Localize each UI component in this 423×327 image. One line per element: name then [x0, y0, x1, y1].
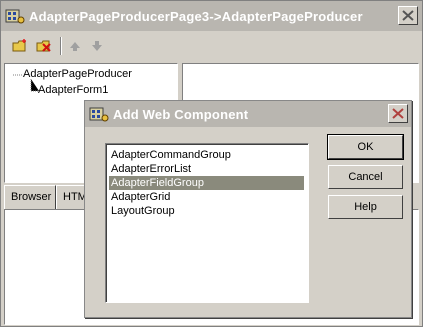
- move-up-button[interactable]: [65, 37, 85, 55]
- component-listbox[interactable]: AdapterCommandGroup AdapterErrorList Ada…: [105, 143, 309, 303]
- main-close-button[interactable]: [398, 6, 418, 25]
- dialog-close-button[interactable]: [388, 104, 408, 123]
- tree-item-adapter-form[interactable]: AdapterForm1: [38, 84, 108, 96]
- move-down-button[interactable]: [87, 37, 107, 55]
- delete-item-button[interactable]: [34, 37, 54, 55]
- new-item-button[interactable]: [10, 37, 30, 55]
- main-toolbar: [1, 32, 422, 60]
- toolbar-separator: [60, 37, 62, 55]
- ok-button[interactable]: OK: [327, 134, 404, 160]
- app-icon: [5, 9, 25, 24]
- tree-item-adapter-page-producer[interactable]: AdapterPageProducer: [23, 68, 132, 80]
- close-icon: [402, 10, 414, 21]
- dialog-titlebar[interactable]: Add Web Component: [85, 101, 411, 127]
- dialog-title: Add Web Component: [113, 106, 249, 122]
- arrow-down-icon: [92, 41, 102, 51]
- folder-new-icon: [12, 39, 26, 52]
- list-item-layout-group[interactable]: LayoutGroup: [109, 204, 177, 218]
- tab-browser-label: Browser: [11, 191, 52, 203]
- add-web-component-dialog: Add Web Component AdapterCommandGroup Ad…: [84, 100, 412, 318]
- cancel-button[interactable]: Cancel: [328, 165, 403, 189]
- tab-browser[interactable]: Browser: [4, 185, 56, 209]
- list-item-adapter-error-list[interactable]: AdapterErrorList: [109, 162, 193, 176]
- list-item-adapter-command-group[interactable]: AdapterCommandGroup: [109, 148, 233, 162]
- list-item-adapter-grid[interactable]: AdapterGrid: [109, 190, 172, 204]
- close-icon: [392, 108, 404, 119]
- arrow-up-icon: [70, 42, 80, 51]
- help-button[interactable]: Help: [328, 195, 403, 219]
- list-item-adapter-field-group[interactable]: AdapterFieldGroup: [109, 176, 304, 190]
- main-window-title: AdapterPageProducerPage3->AdapterPagePro…: [29, 8, 363, 24]
- dialog-app-icon: [89, 107, 109, 122]
- folder-delete-icon: [36, 40, 51, 52]
- main-titlebar[interactable]: AdapterPageProducerPage3->AdapterPagePro…: [1, 1, 422, 31]
